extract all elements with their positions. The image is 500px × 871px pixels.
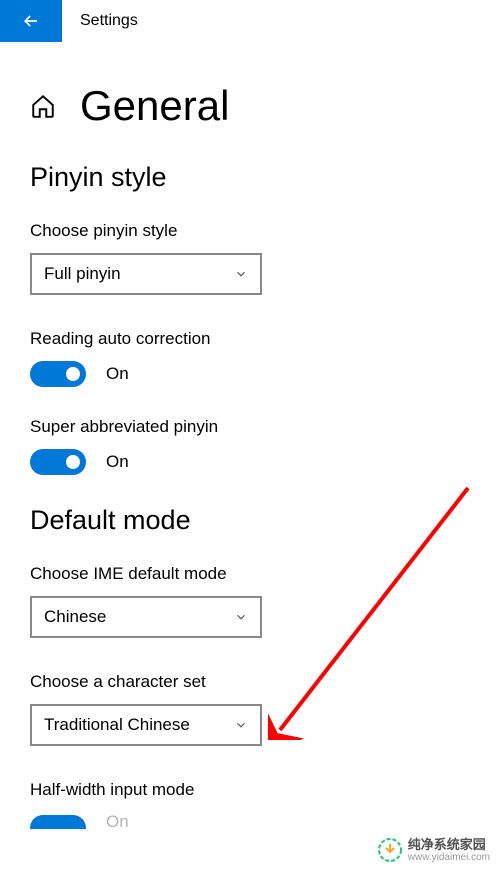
choose-charset-value: Traditional Chinese	[44, 715, 190, 735]
chevron-down-icon	[234, 610, 248, 624]
super-abbreviated-toggle[interactable]	[30, 449, 86, 475]
half-width-label: Half-width input mode	[30, 780, 470, 800]
half-width-state: On	[106, 812, 129, 832]
half-width-row: On	[30, 812, 470, 832]
watermark-main: 纯净系统家园	[408, 838, 490, 852]
watermark-logo-icon	[378, 838, 402, 862]
reading-auto-correction-label: Reading auto correction	[30, 329, 470, 349]
watermark-url: www.yidaimei.com	[408, 852, 490, 863]
choose-charset-label: Choose a character set	[30, 672, 470, 692]
choose-pinyin-style-label: Choose pinyin style	[30, 221, 470, 241]
home-icon	[30, 93, 56, 119]
choose-charset-dropdown[interactable]: Traditional Chinese	[30, 704, 262, 746]
choose-pinyin-style-value: Full pinyin	[44, 264, 121, 284]
reading-auto-correction-row: On	[30, 361, 470, 387]
back-arrow-icon	[21, 11, 41, 31]
chevron-down-icon	[234, 267, 248, 281]
super-abbreviated-state: On	[106, 452, 129, 472]
choose-ime-value: Chinese	[44, 607, 106, 627]
choose-ime-label: Choose IME default mode	[30, 564, 470, 584]
half-width-toggle[interactable]	[30, 815, 86, 829]
watermark-text: 纯净系统家园 www.yidaimei.com	[408, 838, 490, 863]
super-abbreviated-row: On	[30, 449, 470, 475]
super-abbreviated-label: Super abbreviated pinyin	[30, 417, 470, 437]
section-title-pinyin-style: Pinyin style	[30, 162, 470, 193]
choose-ime-dropdown[interactable]: Chinese	[30, 596, 262, 638]
watermark: 纯净系统家园 www.yidaimei.com	[378, 838, 490, 863]
toggle-knob	[66, 455, 80, 469]
page-title-row: General	[30, 82, 470, 130]
back-button[interactable]	[0, 0, 62, 42]
page-title: General	[80, 82, 229, 130]
reading-auto-correction-toggle[interactable]	[30, 361, 86, 387]
content-area: General Pinyin style Choose pinyin style…	[0, 42, 500, 832]
toggle-knob	[66, 367, 80, 381]
reading-auto-correction-state: On	[106, 364, 129, 384]
section-title-default-mode: Default mode	[30, 505, 470, 536]
choose-pinyin-style-dropdown[interactable]: Full pinyin	[30, 253, 262, 295]
header-title: Settings	[80, 12, 138, 30]
header-bar: Settings	[0, 0, 500, 42]
chevron-down-icon	[234, 718, 248, 732]
